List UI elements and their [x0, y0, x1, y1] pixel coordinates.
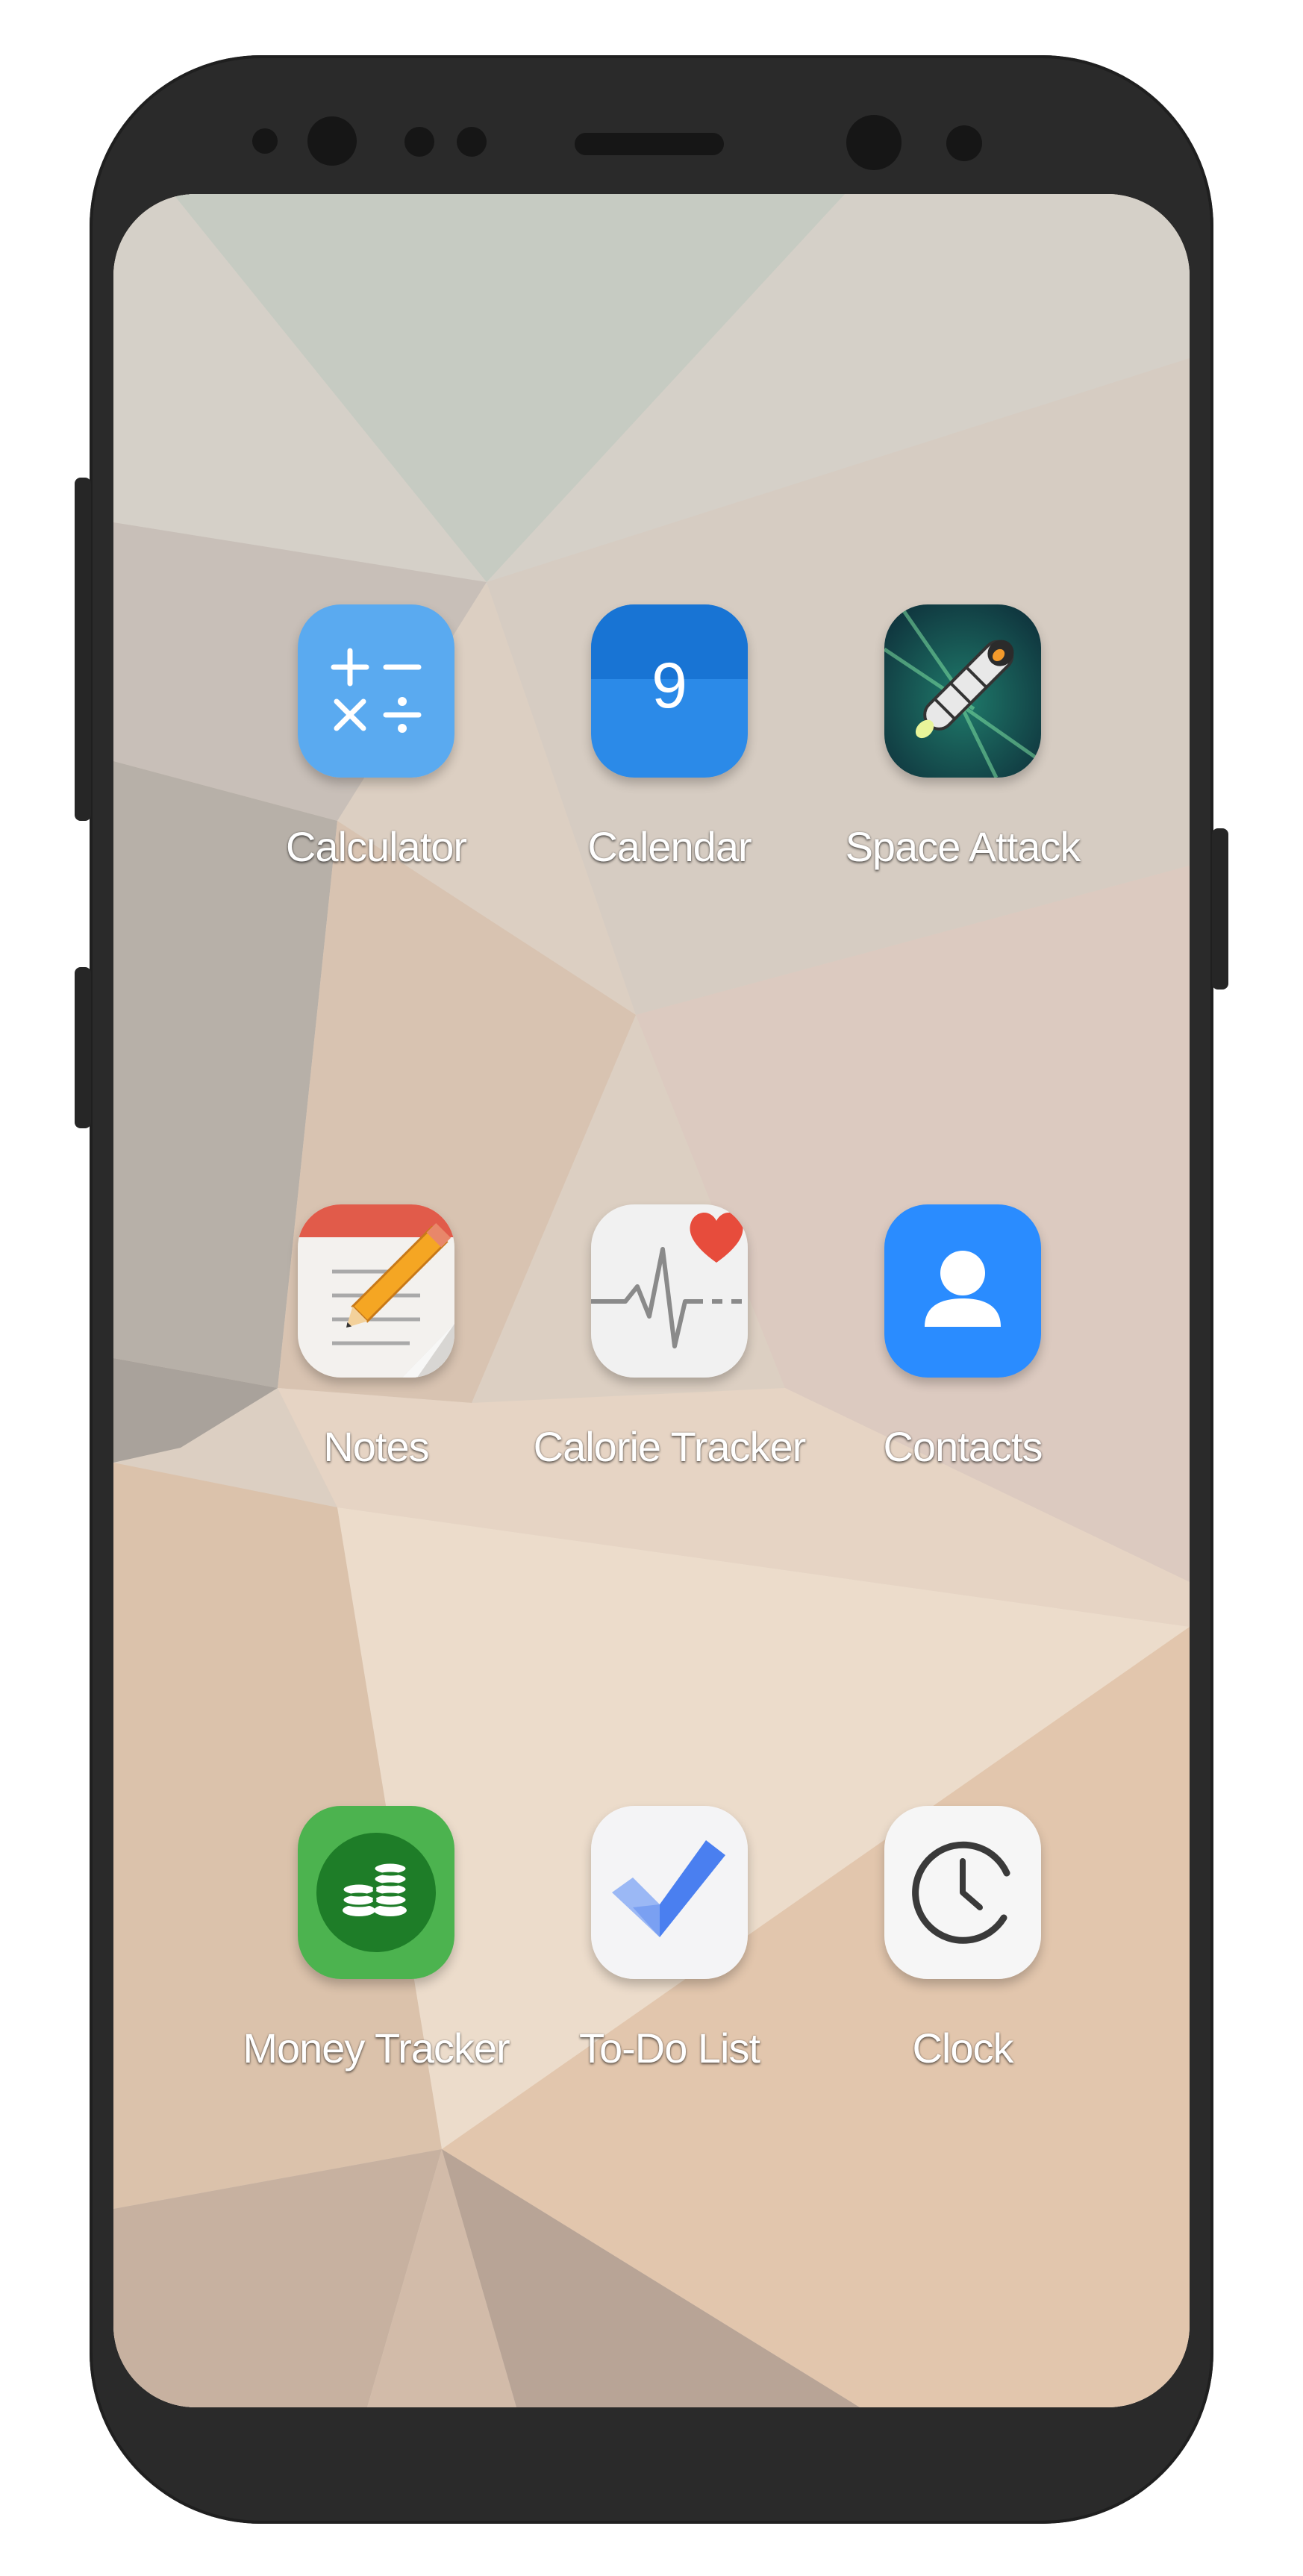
- app-label: Calorie Tracker: [533, 1423, 807, 1470]
- power-button[interactable]: [1212, 828, 1228, 990]
- earpiece-speaker: [575, 133, 724, 155]
- iris-camera: [846, 115, 902, 170]
- app-clock[interactable]: Clock: [816, 1806, 1109, 2104]
- app-calendar[interactable]: 9 Calendar: [523, 604, 816, 903]
- app-notes[interactable]: Notes: [230, 1204, 522, 1503]
- calendar-day: 9: [652, 650, 687, 722]
- app-calorie-tracker[interactable]: Calorie Tracker: [523, 1204, 816, 1503]
- clock-icon: [884, 1806, 1041, 1979]
- app-calculator[interactable]: Calculator: [230, 604, 522, 903]
- app-money-tracker[interactable]: Money Tracker: [230, 1806, 522, 2104]
- notes-icon: [298, 1204, 454, 1378]
- app-label: Clock: [912, 2025, 1013, 2072]
- heart-pulse-icon: [591, 1204, 748, 1378]
- app-todo-list[interactable]: To-Do List: [523, 1806, 816, 2104]
- calendar-icon: 9: [591, 604, 748, 778]
- sensor-dot: [457, 127, 487, 157]
- rocket-icon: [884, 604, 1041, 778]
- app-label: Contacts: [883, 1423, 1043, 1470]
- volume-up-button[interactable]: [75, 478, 91, 821]
- app-space-attack[interactable]: Space Attack: [816, 604, 1109, 903]
- front-camera: [307, 116, 357, 166]
- person-icon: [884, 1204, 1041, 1378]
- app-contacts[interactable]: Contacts: [816, 1204, 1109, 1503]
- coins-icon: [298, 1806, 454, 1979]
- app-label: To-Do List: [578, 2025, 760, 2072]
- sensor-dot: [946, 125, 982, 161]
- sensor-dot: [404, 127, 434, 157]
- app-label: Money Tracker: [243, 2025, 510, 2072]
- app-label: Calculator: [285, 823, 467, 870]
- volume-down-button[interactable]: [75, 967, 91, 1128]
- sensor-dot: [252, 128, 278, 154]
- checkmark-icon: [591, 1806, 748, 1979]
- home-screen: Calculator 9 Calendar Space Attack Notes…: [113, 194, 1190, 2407]
- calculator-icon: [298, 604, 454, 778]
- app-label: Notes: [323, 1423, 429, 1470]
- app-label: Space Attack: [845, 823, 1081, 870]
- app-label: Calendar: [587, 823, 752, 870]
